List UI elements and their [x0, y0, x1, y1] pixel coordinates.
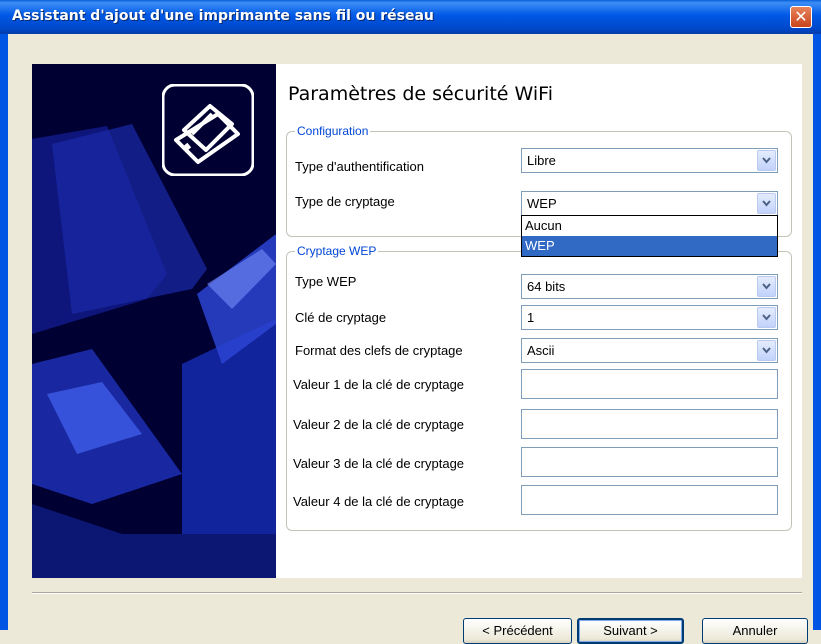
wizard-side-art — [32, 64, 276, 578]
wep-type-select[interactable]: 64 bits — [521, 274, 778, 299]
key-format-label: Format des clefs de cryptage — [295, 343, 463, 358]
footer-separator-highlight — [32, 593, 802, 594]
close-icon: ✕ — [794, 7, 808, 26]
key-value-3-input[interactable] — [521, 447, 778, 477]
wep-type-label: Type WEP — [295, 274, 357, 289]
key-value-4-input[interactable] — [521, 485, 778, 515]
configuration-legend: Configuration — [295, 123, 371, 139]
encryption-type-label: Type de cryptage — [295, 194, 395, 209]
wizard-body: Paramètres de sécurité WiFi Configuratio… — [8, 34, 813, 644]
title-bar: Assistant d'ajout d'une imprimante sans … — [0, 0, 821, 34]
wep-legend: Cryptage WEP — [295, 243, 379, 259]
close-button[interactable]: ✕ — [790, 6, 812, 28]
window-frame-right — [813, 34, 821, 630]
wep-type-value: 64 bits — [527, 279, 566, 294]
auth-type-value: Libre — [527, 153, 556, 168]
encryption-type-value: WEP — [527, 196, 557, 211]
encryption-type-select[interactable]: WEP — [521, 191, 778, 216]
chevron-down-icon[interactable] — [757, 193, 776, 214]
window-frame-left — [0, 34, 8, 630]
printer-icon — [161, 83, 255, 177]
key-value-1-input[interactable] — [521, 369, 778, 399]
window-title: Assistant d'ajout d'une imprimante sans … — [12, 8, 434, 24]
chevron-down-icon[interactable] — [757, 340, 776, 361]
key-value-1-label: Valeur 1 de la clé de cryptage — [293, 377, 465, 392]
cancel-button[interactable]: Annuler — [702, 618, 808, 644]
key-format-select[interactable]: Ascii — [521, 338, 778, 363]
page-title: Paramètres de sécurité WiFi — [288, 83, 553, 105]
back-button[interactable]: < Précédent — [463, 618, 572, 644]
chevron-down-icon[interactable] — [757, 307, 776, 328]
next-button[interactable]: Suivant > — [577, 618, 684, 644]
encryption-type-dropdown-list: Aucun WEP — [521, 215, 778, 257]
auth-type-select[interactable]: Libre — [521, 148, 778, 173]
auth-type-label: Type d'authentification — [295, 159, 424, 174]
key-format-value: Ascii — [527, 343, 555, 358]
key-value-4-label: Valeur 4 de la clé de cryptage — [293, 494, 465, 509]
key-value-3-label: Valeur 3 de la clé de cryptage — [293, 456, 465, 471]
encryption-key-value: 1 — [527, 310, 535, 325]
encryption-option-aucun[interactable]: Aucun — [522, 216, 777, 236]
encryption-key-label: Clé de cryptage — [295, 310, 387, 325]
key-value-2-input[interactable] — [521, 409, 778, 439]
encryption-key-select[interactable]: 1 — [521, 305, 778, 330]
encryption-option-wep[interactable]: WEP — [522, 236, 777, 256]
key-value-2-label: Valeur 2 de la clé de cryptage — [293, 417, 465, 432]
chevron-down-icon[interactable] — [757, 150, 776, 171]
chevron-down-icon[interactable] — [757, 276, 776, 297]
